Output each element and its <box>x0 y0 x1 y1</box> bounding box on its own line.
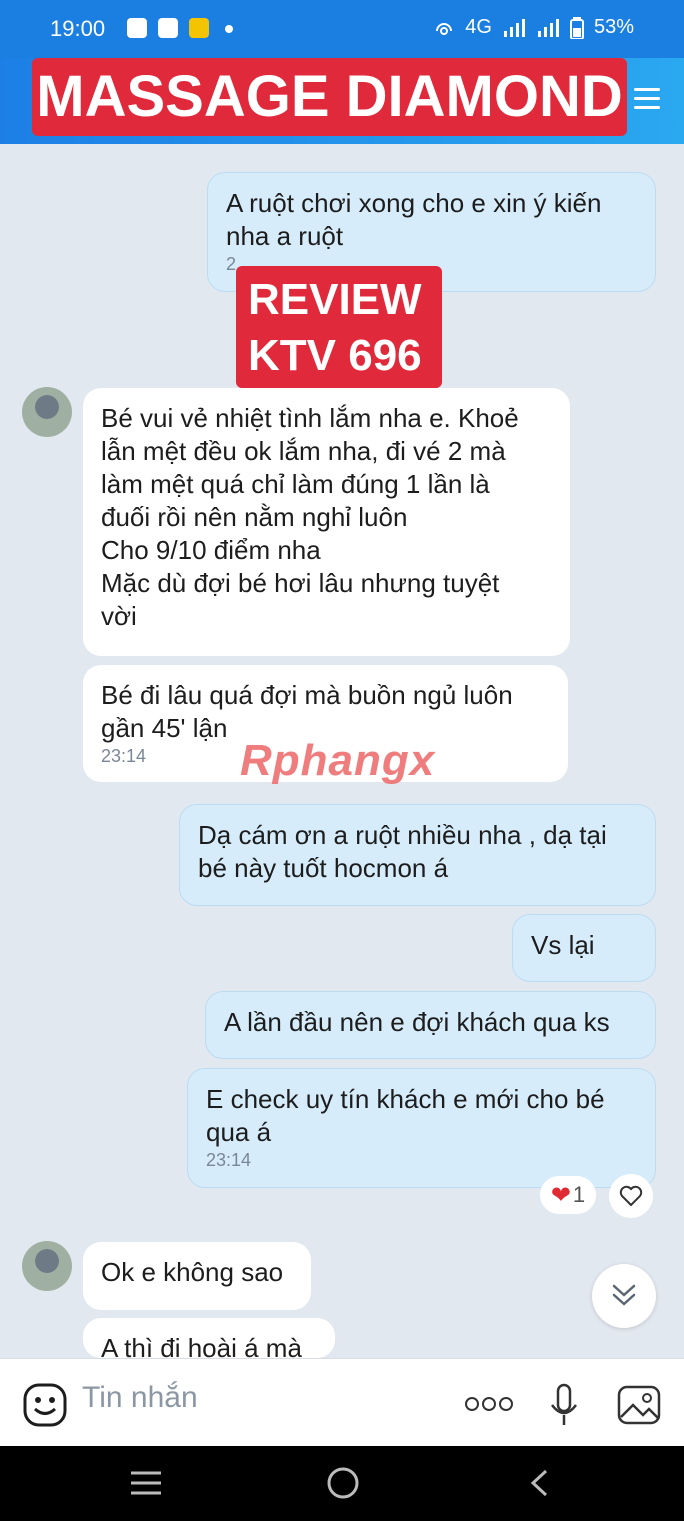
react-button[interactable] <box>609 1174 653 1218</box>
message-bubble[interactable]: Ok e không sao <box>83 1242 311 1310</box>
signal-icon <box>503 18 525 37</box>
system-nav-bar <box>0 1446 684 1521</box>
app-icon <box>189 18 209 38</box>
notification-dot-icon <box>225 25 233 33</box>
reaction-count[interactable]: ❤ 1 <box>540 1176 596 1214</box>
message-bubble[interactable]: Vs lại <box>512 914 656 982</box>
message-text: Mặc dù đợi bé hơi lâu nhưng tuyệt <box>101 568 500 598</box>
message-bubble[interactable]: A lần đầu nên e đợi khách qua ks <box>205 991 656 1059</box>
recent-apps-icon[interactable] <box>129 1470 163 1496</box>
message-text: Dạ cám ơn a ruột nhiều nha , dạ tại <box>198 820 607 850</box>
message-text: Bé vui vẻ nhiệt tình lắm nha e. Khoẻ <box>101 403 519 433</box>
menu-icon[interactable] <box>634 88 660 112</box>
reaction-number: 1 <box>572 1182 586 1207</box>
message-text: Ok e không sao <box>101 1257 284 1287</box>
home-icon[interactable] <box>326 1466 360 1500</box>
network-type: 4G <box>465 16 492 38</box>
message-bubble[interactable]: Dạ cám ơn a ruột nhiều nha , dạ tại bé n… <box>179 804 656 906</box>
signal-icon-2 <box>537 18 559 37</box>
message-input[interactable]: Tin nhắn <box>82 1381 198 1415</box>
message-bubble[interactable]: A thì đi hoài á mà <box>83 1318 335 1358</box>
message-text: A thì đi hoài á mà <box>101 1333 302 1358</box>
scroll-down-button[interactable] <box>592 1264 656 1328</box>
status-bar: 19:00 4G 53% <box>0 0 684 58</box>
back-icon[interactable] <box>528 1468 550 1498</box>
status-indicators: 4G 53% <box>433 16 634 39</box>
message-bubble[interactable]: E check uy tín khách e mới cho bé qua á … <box>187 1068 656 1188</box>
review-line: REVIEW <box>248 275 422 324</box>
double-chevron-down-icon <box>612 1284 636 1306</box>
message-text: vời <box>101 601 137 631</box>
shop-icon <box>127 18 147 38</box>
chat-title: MASSAGE DIAMOND <box>32 58 627 136</box>
status-time: 19:00 <box>50 16 106 41</box>
message-text: A lần đầu nên e đợi khách qua ks <box>224 1007 610 1037</box>
message-text: Vs lại <box>531 930 595 960</box>
review-banner: REVIEW KTV 696 <box>236 266 442 388</box>
battery-icon <box>569 16 584 39</box>
message-text: lẫn mệt đều ok lắm nha, đi vé 2 mà <box>101 436 506 466</box>
battery-percent: 53% <box>593 16 634 38</box>
mail-icon <box>158 18 178 38</box>
message-text: đuối rồi nên nằm nghỉ luôn <box>101 502 408 532</box>
message-text: làm mệt quá chỉ làm đúng 1 lần là <box>101 469 490 499</box>
emoji-icon[interactable] <box>23 1383 67 1427</box>
composer-bar: Tin nhắn <box>0 1358 684 1447</box>
avatar[interactable] <box>22 1241 72 1291</box>
watermark-logo: Rphangx <box>240 736 436 785</box>
message-bubble[interactable]: Bé vui vẻ nhiệt tình lắm nha e. Khoẻ lẫn… <box>83 388 570 656</box>
message-text: qua á <box>206 1117 272 1147</box>
message-text: Cho 9/10 điểm nha <box>101 535 321 565</box>
heart-icon: ❤ <box>550 1181 571 1209</box>
heart-outline-icon <box>619 1185 643 1207</box>
image-icon[interactable] <box>617 1385 661 1425</box>
message-time: 23:14 <box>206 1150 252 1170</box>
message-text: nha a ruột <box>226 221 344 251</box>
message-text: bé này tuốt hocmon á <box>198 853 449 883</box>
more-icon[interactable] <box>464 1394 514 1414</box>
microphone-icon[interactable] <box>549 1383 579 1429</box>
message-text: Bé đi lâu quá đợi mà buồn ngủ luôn <box>101 680 513 710</box>
avatar[interactable] <box>22 387 72 437</box>
message-text: E check uy tín khách e mới cho bé <box>206 1084 605 1114</box>
message-text: A ruột chơi xong cho e xin ý kiến <box>226 188 602 218</box>
hotspot-icon <box>436 22 453 35</box>
review-line: KTV 696 <box>248 331 422 380</box>
